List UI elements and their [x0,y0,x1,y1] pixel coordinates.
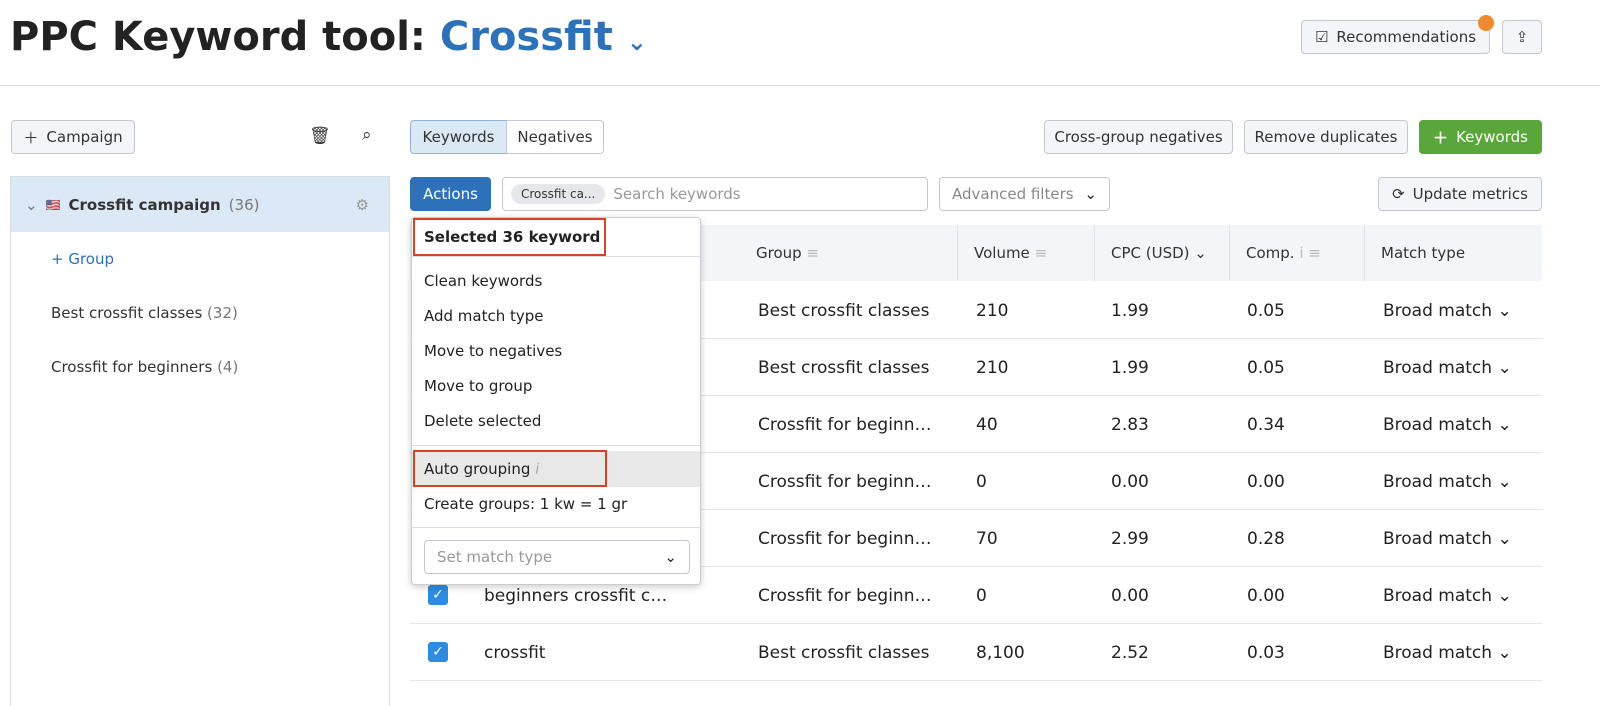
volume-cell: 8,100 [976,642,1025,663]
cpc-cell: 0.00 [1111,471,1149,492]
column-header-cpc[interactable]: CPC (USD) ⌄ [1095,225,1230,281]
cpc-cell: 1.99 [1111,300,1149,321]
volume-cell: 40 [976,414,998,435]
advanced-filters-dropdown[interactable]: Advanced filters ⌄ [939,177,1110,211]
row-checkbox[interactable]: ✓ [428,585,448,605]
trash-icon[interactable]: 🗑 [309,126,331,146]
group-cell: Crossfit for beginn… [758,414,932,435]
chevron-down-icon: ⌄ [664,548,677,566]
cpc-cell: 2.52 [1111,642,1149,663]
group-cell: Crossfit for beginn… [758,585,932,606]
group-cell: Best crossfit classes [758,642,930,663]
project-selector[interactable]: Crossfit ⌄ [440,14,647,60]
volume-cell: 210 [976,357,1009,378]
notification-badge [1478,15,1494,31]
table-row: ✓ crossfit Best crossfit classes 8,100 2… [410,624,1542,681]
cpc-cell: 2.83 [1111,414,1149,435]
cross-group-negatives-button[interactable]: Cross-group negatives [1044,120,1233,154]
checklist-icon: ☑ [1314,28,1329,46]
refresh-icon: ⟳ [1392,185,1405,203]
gear-icon[interactable]: ⚙ [356,196,369,214]
group-cell: Best crossfit classes [758,357,930,378]
comp-cell: 0.05 [1247,357,1285,378]
match-type-dropdown[interactable]: Broad match ⌄ [1383,339,1512,396]
search-placeholder: Search keywords [613,185,741,203]
comp-cell: 0.05 [1247,300,1285,321]
cpc-cell: 2.99 [1111,528,1149,549]
campaign-item[interactable]: ⌄ 🇺🇸 Crossfit campaign (36) ⚙ [11,177,389,232]
chevron-down-icon: ⌄ [25,195,38,214]
menu-item-move-to-group[interactable]: Move to group [424,377,532,395]
group-cell: Best crossfit classes [758,300,930,321]
tab-negatives[interactable]: Negatives [506,120,604,154]
comp-cell: 0.34 [1247,414,1285,435]
add-campaign-button[interactable]: ＋ Campaign [11,120,135,154]
sidebar-group[interactable]: Crossfit for beginners (4) [51,358,238,376]
menu-item-add-match-type[interactable]: Add match type [424,307,544,325]
match-type-dropdown[interactable]: Broad match ⌄ [1383,624,1512,681]
sidebar-group[interactable]: Best crossfit classes (32) [51,304,238,322]
volume-cell: 210 [976,300,1009,321]
page-title: PPC Keyword tool: Crossfit ⌄ [10,14,647,60]
divider [0,85,1600,86]
column-header-match-type[interactable]: Match type [1365,225,1542,281]
cpc-cell: 1.99 [1111,357,1149,378]
highlight-box [413,450,607,487]
highlight-box [413,218,606,256]
update-metrics-button[interactable]: ⟳ Update metrics [1378,177,1542,211]
cpc-cell: 0.00 [1111,585,1149,606]
filter-chip[interactable]: Crossfit ca... [511,184,606,204]
menu-item-move-to-negatives[interactable]: Move to negatives [424,342,562,360]
us-flag-icon: 🇺🇸 [45,197,61,212]
tab-keywords[interactable]: Keywords [410,120,507,154]
column-header-volume[interactable]: Volume ≡ [958,225,1095,281]
match-type-dropdown[interactable]: Broad match ⌄ [1383,567,1512,624]
match-type-dropdown[interactable]: Broad match ⌄ [1383,510,1512,567]
comp-cell: 0.28 [1247,528,1285,549]
search-icon[interactable]: ⌕ [362,125,372,145]
comp-cell: 0.03 [1247,642,1285,663]
recommendations-button[interactable]: ☑ Recommendations [1301,20,1490,54]
match-type-dropdown[interactable]: Broad match ⌄ [1383,282,1512,339]
menu-item-create-groups[interactable]: Create groups: 1 kw = 1 gr [424,495,627,513]
column-header-group[interactable]: Group ≡ [740,225,958,281]
campaign-sidebar: ⌄ 🇺🇸 Crossfit campaign (36) ⚙ + Group Best c… [10,176,390,706]
actions-button[interactable]: Actions [410,177,491,211]
menu-item-delete-selected[interactable]: Delete selected [424,412,541,430]
add-keywords-button[interactable]: ＋ Keywords [1419,120,1542,154]
menu-item-clean-keywords[interactable]: Clean keywords [424,272,542,290]
column-header-comp[interactable]: Comp. i ≡ [1230,225,1365,281]
chevron-down-icon: ⌄ [1084,185,1097,203]
add-group-button[interactable]: + Group [51,250,114,268]
volume-cell: 0 [976,471,987,492]
match-type-dropdown[interactable]: Broad match ⌄ [1383,396,1512,453]
remove-duplicates-button[interactable]: Remove duplicates [1244,120,1408,154]
group-cell: Crossfit for beginn… [758,528,932,549]
volume-cell: 70 [976,528,998,549]
match-type-dropdown[interactable]: Broad match ⌄ [1383,453,1512,510]
search-input[interactable]: Crossfit ca... Search keywords [502,177,928,211]
row-checkbox[interactable]: ✓ [428,642,448,662]
volume-cell: 0 [976,585,987,606]
upload-icon: ⇪ [1515,28,1529,46]
comp-cell: 0.00 [1247,585,1285,606]
set-match-type-select[interactable]: Set match type ⌄ [424,540,690,574]
group-cell: Crossfit for beginn… [758,471,932,492]
actions-menu: Selected 36 keyword Clean keywords Add m… [411,217,701,585]
comp-cell: 0.00 [1247,471,1285,492]
export-button[interactable]: ⇪ [1502,20,1542,54]
keyword-cell: crossfit [484,642,546,663]
